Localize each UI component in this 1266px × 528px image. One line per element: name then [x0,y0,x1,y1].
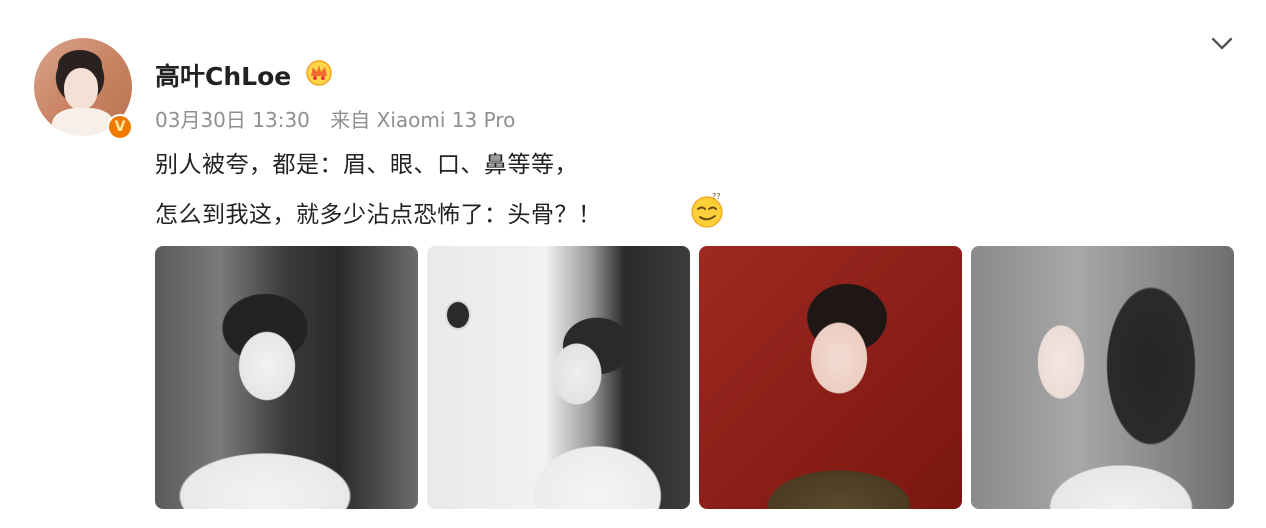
post-image-3[interactable] [699,246,962,509]
brand-logo-icon [445,300,471,330]
username[interactable]: 高叶ChLoe [155,57,291,93]
weibo-post-card: V 高叶ChLoe 03月30日 13:30 来自 Xiaomi 13 Pro … [0,0,1266,528]
crown-icon [306,60,332,86]
post-image-1[interactable] [155,246,418,509]
post-text-line-1: 别人被夸，都是：眉、眼、口、鼻等等， [155,152,578,178]
avatar-face [64,68,98,110]
post-image-2[interactable] [427,246,690,509]
chevron-down-icon[interactable] [1208,30,1236,58]
verified-badge-icon: V [107,114,133,140]
post-text-line-2: 怎么到我这，就多少沾点恐怖了：头骨？！ [155,202,602,228]
thinking-face-emoji-icon: ?? [691,192,723,228]
svg-text:??: ?? [712,192,721,201]
post-meta: 03月30日 13:30 来自 Xiaomi 13 Pro [155,104,515,133]
post-image-4[interactable] [971,246,1234,509]
post-source: 来自 Xiaomi 13 Pro [330,108,516,132]
post-timestamp[interactable]: 03月30日 13:30 [155,108,310,132]
avatar-robe [52,108,114,136]
